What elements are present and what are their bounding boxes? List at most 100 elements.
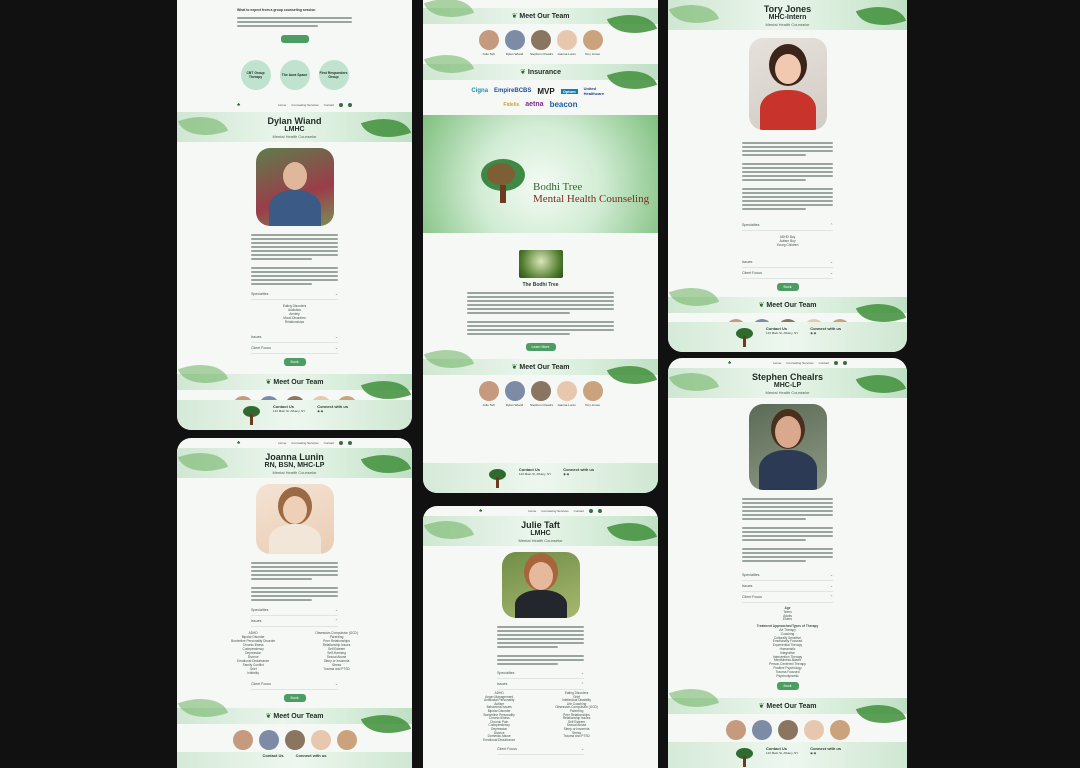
avatar	[232, 730, 253, 750]
accordion-issues[interactable]: Issues ⌄	[742, 581, 833, 592]
contact-block: Contact Us 123 Main St, Albany, NY	[273, 405, 305, 425]
social-icons[interactable]: ◉ ◉	[317, 409, 323, 413]
social-icons[interactable]: ◉ ◉	[810, 331, 816, 335]
instagram-icon[interactable]	[834, 361, 838, 365]
learn-more-button[interactable]: Learn More	[525, 343, 556, 351]
specialties-list: ADHD Boy Autism Boy Young Children	[668, 231, 907, 251]
chevron-down-icon: ⌄	[334, 346, 338, 350]
instagram-icon[interactable]	[339, 441, 343, 445]
team-title: Meet Our Team	[519, 13, 570, 20]
leaf-icon: ❦	[511, 13, 518, 20]
nav-services[interactable]: Counseling Services	[291, 441, 318, 445]
tree-logo-icon[interactable]: ♣	[237, 440, 240, 446]
team-member[interactable]: Joanna Lunin	[556, 381, 577, 407]
footer: Contact Us 123 Main St, Albany, NY Connec…	[668, 742, 907, 768]
connect-title: Connect with us	[295, 753, 327, 758]
team-member[interactable]: Tory Jones	[582, 381, 603, 407]
group-button[interactable]	[280, 35, 309, 43]
facebook-icon[interactable]	[348, 441, 352, 445]
bubble-cbt-group[interactable]: CBT Group Therapy	[240, 60, 271, 90]
accordion-issues[interactable]: Issues ⌄	[251, 332, 338, 343]
profile-credentials: MHC-Intern	[768, 14, 807, 21]
accordion-specialties[interactable]: Specialties ⌄	[251, 289, 338, 300]
team-member[interactable]: Julie Taft	[478, 381, 499, 407]
leaf-icon: ❦	[511, 364, 518, 371]
accordion-client-focus[interactable]: Client Focus ⌄	[497, 744, 584, 756]
chevron-up-icon: ⌃	[829, 223, 833, 227]
leaf-icon: ❦	[520, 69, 526, 76]
profile-photo	[255, 484, 334, 554]
bubble-aura-space[interactable]: The Aura Space	[279, 60, 310, 90]
issues-col-left: ADHD Anger Management Antisocial Persona…	[483, 691, 515, 742]
contact-block: Contact Us 123 Main St, Albany, NY	[766, 747, 798, 763]
accordion-issues[interactable]: Issues ⌃	[251, 616, 338, 627]
facebook-icon[interactable]	[598, 509, 602, 513]
instagram-icon[interactable]	[589, 509, 593, 513]
avatar	[777, 720, 798, 741]
avatar	[530, 381, 551, 401]
bubble-first-responders[interactable]: First Responders Group	[318, 60, 349, 90]
nav-services[interactable]: Counseling Services	[786, 361, 813, 365]
team-header: ❦ Meet Our Team	[177, 708, 412, 724]
tree-logo-icon	[734, 327, 754, 349]
social-icons[interactable]: ◉ ◉	[563, 472, 569, 476]
team-member[interactable]: Tory Jones	[582, 30, 603, 56]
nav-services[interactable]: Counseling Services	[291, 103, 318, 107]
team-member[interactable]: Stephen Chealrs	[530, 381, 553, 407]
team-title: Meet Our Team	[273, 713, 324, 720]
profile-credentials: RN, BSN, MHC-LP	[264, 462, 325, 469]
profile-header: Stephen Chealrs MHC-LP Mental Health Cou…	[668, 368, 907, 398]
team-member[interactable]: Dylan Wiand	[504, 30, 525, 56]
tree-logo-icon[interactable]: ♣	[479, 508, 482, 514]
connect-block: Connect with us ◉ ◉	[563, 468, 594, 488]
accordion-client-focus[interactable]: Client Focus ⌄	[251, 679, 338, 690]
social-icons[interactable]: ◉ ◉	[810, 751, 816, 755]
julie-profile-screen: ♣ Home Counseling Services Contact Julie…	[423, 506, 658, 768]
nav-home[interactable]: Home	[278, 103, 286, 107]
accordion-specialties[interactable]: Specialties ⌃	[742, 220, 833, 231]
nav-contact[interactable]: Contact	[324, 103, 334, 107]
profile-bio	[668, 142, 907, 210]
nav-contact[interactable]: Contact	[819, 361, 829, 365]
nav-home[interactable]: Home	[278, 441, 286, 445]
facebook-icon[interactable]	[843, 361, 847, 365]
team-member[interactable]: Joanna Lunin	[556, 30, 577, 56]
team-member[interactable]: Julie Taft	[478, 30, 499, 56]
nav-contact[interactable]: Contact	[324, 441, 334, 445]
avatar	[582, 381, 603, 401]
book-button[interactable]: Book	[283, 358, 306, 366]
stephen-profile-screen: ♣ Home Counseling Services Contact Steph…	[668, 358, 907, 768]
accordion-specialties[interactable]: Specialties ⌄	[497, 668, 584, 679]
beacon-logo: beacon	[549, 100, 578, 109]
facebook-icon[interactable]	[348, 103, 352, 107]
team-member[interactable]: Stephen Chealrs	[530, 30, 553, 56]
nav-home[interactable]: Home	[528, 509, 536, 513]
avatar	[751, 720, 772, 741]
chevron-up-icon: ⌃	[334, 619, 338, 623]
instagram-icon[interactable]	[339, 103, 343, 107]
accordion-label: Specialties	[742, 573, 760, 577]
accordion-client-focus[interactable]: Client Focus ⌃	[742, 592, 833, 603]
nav-contact[interactable]: Contact	[574, 509, 584, 513]
insurance-title: Insurance	[527, 69, 561, 76]
accordion-issues[interactable]: Issues ⌃	[497, 679, 584, 690]
book-button[interactable]: Book	[776, 283, 799, 291]
tree-logo-icon[interactable]: ♣	[728, 360, 731, 366]
accordion-issues[interactable]: Issues ⌄	[742, 257, 833, 268]
profile-header: Joanna Lunin RN, BSN, MHC-LP Mental Heal…	[177, 448, 412, 478]
nav-home[interactable]: Home	[773, 361, 781, 365]
top-nav: ♣ Home Counseling Services Contact	[177, 100, 412, 110]
member-name: Dylan Wiand	[505, 403, 524, 407]
accordion-label: Client Focus	[251, 346, 271, 350]
accordion-specialties[interactable]: Specialties ⌄	[251, 605, 338, 616]
about-text	[423, 292, 658, 335]
accordion-specialties[interactable]: Specialties ⌄	[742, 570, 833, 581]
accordion-client-focus[interactable]: Client Focus ⌄	[251, 343, 338, 354]
tree-logo-icon[interactable]: ♣	[237, 102, 240, 108]
book-button[interactable]: Book	[283, 694, 306, 702]
team-member[interactable]: Dylan Wiand	[504, 381, 525, 407]
book-button[interactable]: Book	[776, 682, 799, 691]
accordion-client-focus[interactable]: Client Focus ⌄	[742, 268, 833, 279]
nav-services[interactable]: Counseling Services	[541, 509, 568, 513]
tree-logo-icon	[487, 468, 507, 490]
